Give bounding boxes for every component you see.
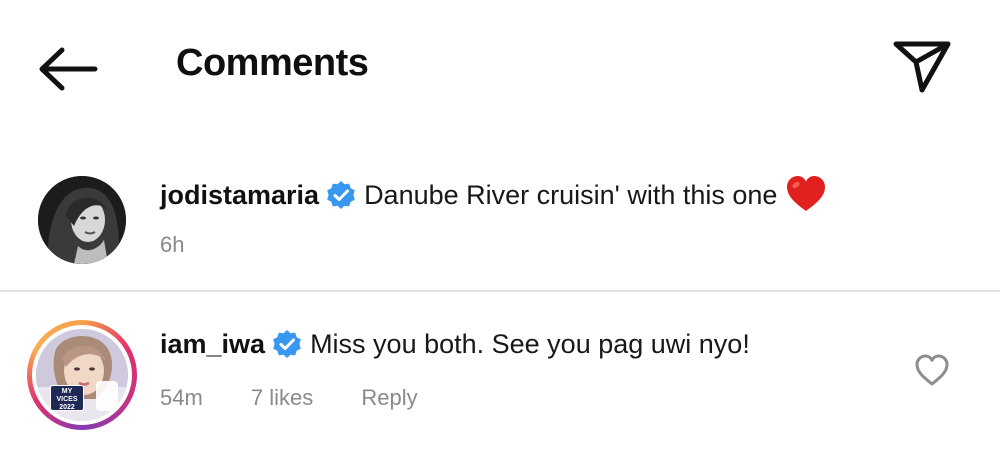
back-button[interactable] [38, 46, 98, 92]
avatar: MY VICES 2022 [36, 329, 128, 421]
verified-badge-icon [327, 181, 355, 209]
red-heart-emoji-icon [787, 176, 826, 211]
comment-text: Miss you both. See you pag uwi nyo! [310, 329, 750, 359]
comment-meta: 54m 7 likes Reply [160, 385, 460, 411]
comment-likes-count[interactable]: 7 likes [251, 385, 313, 410]
reply-button[interactable]: Reply [361, 385, 417, 410]
avatar-sticker: MY VICES 2022 [50, 385, 84, 411]
comment-item: MY VICES 2022 iam_iwa Miss you both. See … [0, 292, 1000, 459]
caption-line: jodistamaria Danube River cruisin' with … [160, 174, 827, 214]
paper-plane-icon [893, 41, 951, 93]
comment-line: iam_iwa Miss you both. See you pag uwi n… [160, 329, 750, 360]
heart-outline-icon [915, 354, 949, 386]
caption-text: Danube River cruisin' with this one [364, 180, 778, 210]
post-caption: jodistamaria Danube River cruisin' with … [0, 160, 1000, 290]
arrow-left-icon [39, 47, 98, 91]
like-button[interactable] [914, 353, 950, 387]
share-button[interactable] [892, 40, 952, 94]
page-title: Comments [176, 42, 369, 84]
avatar-story-ring[interactable]: MY VICES 2022 [27, 320, 137, 430]
caption-username[interactable]: jodistamaria [160, 180, 319, 210]
caption-meta: 6h [160, 232, 226, 258]
comment-username[interactable]: iam_iwa [160, 329, 265, 359]
avatar-photo [38, 176, 126, 264]
verified-badge-icon [273, 330, 301, 358]
avatar[interactable] [38, 176, 126, 264]
comment-timestamp: 54m [160, 385, 203, 410]
caption-timestamp: 6h [160, 232, 185, 257]
header-bar: Comments [0, 0, 1000, 130]
